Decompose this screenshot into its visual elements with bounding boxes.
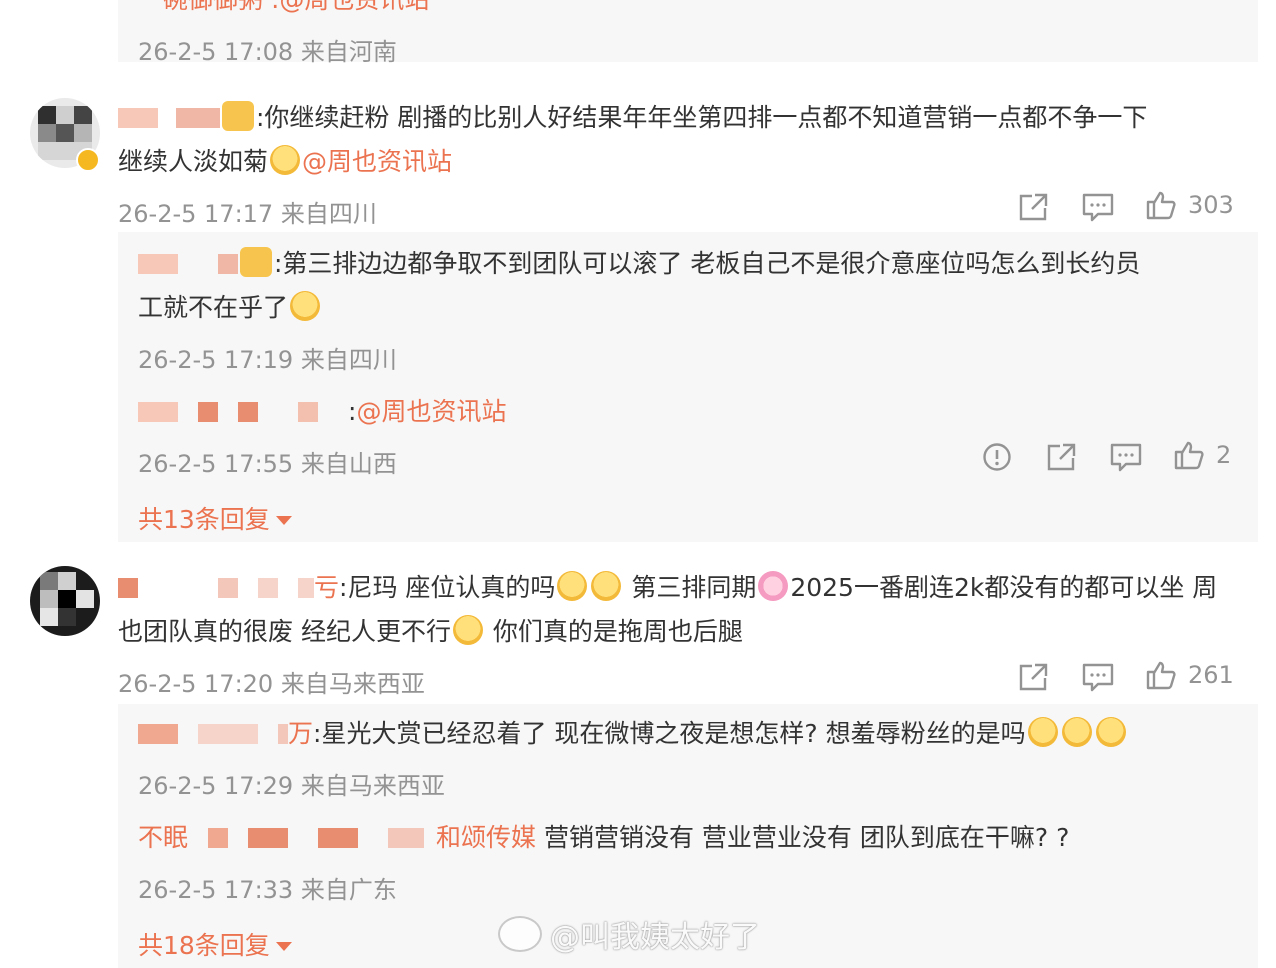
crying-emoji-icon — [270, 145, 301, 175]
smirk-emoji-icon — [1027, 717, 1058, 747]
comment-meta: 26-2-5 17:20 来自马来西亚 — [118, 670, 425, 698]
reply-text: :@周也资讯站 — [138, 390, 506, 434]
comment-button[interactable] — [1082, 192, 1114, 222]
smirk-emoji-icon — [591, 571, 622, 601]
smirk-emoji-icon — [1095, 717, 1126, 747]
reply-meta: 26-2-5 17:55 来自山西 — [138, 450, 397, 478]
like-button[interactable]: 303 — [1146, 190, 1234, 220]
like-count: 303 — [1188, 191, 1234, 219]
share-button[interactable] — [1018, 662, 1050, 692]
more-replies-link[interactable]: 共13条回复 — [138, 500, 292, 536]
share-icon — [1019, 663, 1048, 691]
crown-badge-icon — [240, 247, 272, 277]
side-eye-emoji-icon — [452, 615, 483, 645]
report-icon — [983, 443, 1011, 471]
comment-icon — [1082, 663, 1114, 692]
smirk-emoji-icon — [1061, 717, 1092, 747]
blurred-username[interactable] — [138, 724, 178, 744]
like-icon — [1146, 661, 1176, 690]
share-icon — [1019, 193, 1048, 221]
like-count: 261 — [1188, 661, 1234, 689]
blurred-username[interactable] — [208, 828, 229, 848]
comment-icon — [1110, 443, 1142, 472]
reply-meta: 26-2-5 17:19 来自四川 — [138, 346, 397, 374]
avatar[interactable] — [30, 566, 100, 636]
dropdown-caret-icon — [275, 515, 292, 525]
comment-meta: 26-2-5 17:17 来自四川 — [118, 200, 377, 228]
reply-meta: 26-2-5 17:29 来自马来西亚 — [138, 772, 445, 800]
crying-emoji-icon — [290, 291, 321, 321]
mention-link[interactable]: @周也资讯站 — [356, 397, 506, 426]
comment-button[interactable] — [1082, 662, 1114, 692]
verified-badge-icon — [76, 148, 100, 172]
dropdown-caret-icon — [275, 941, 292, 951]
previous-reply-meta: 26-2-5 17:08 来自河南 — [138, 38, 397, 66]
more-replies-link[interactable]: 共18条回复 — [138, 926, 292, 962]
share-button[interactable] — [1046, 442, 1078, 472]
comment-button[interactable] — [1110, 442, 1142, 472]
mention-link[interactable]: 和颂传媒 — [436, 823, 536, 852]
like-icon — [1146, 191, 1176, 220]
blurred-username[interactable] — [118, 108, 158, 128]
reply-text: 万:星光大赏已经忍着了 现在微博之夜是想怎样? 想羞辱粉丝的是吗 — [138, 712, 1128, 756]
report-button[interactable] — [982, 442, 1012, 472]
like-count: 2 — [1216, 441, 1232, 469]
comment-text-line2: 也团队真的很废 经纪人更不行 你们真的是拖周也后腿 — [118, 615, 743, 646]
blurred-username[interactable] — [138, 402, 178, 422]
reply-text-line2: 工就不在乎了 — [138, 286, 322, 330]
share-button[interactable] — [1018, 192, 1050, 222]
weibo-logo-icon — [498, 916, 542, 952]
share-icon — [1047, 443, 1076, 471]
blurred-username[interactable] — [118, 578, 138, 598]
comment-text: :你继续赶粉 剧播的比别人好结果年年坐第四排一点都不知道营销一点都不争一下 — [118, 96, 1147, 140]
like-button[interactable]: 2 — [1174, 440, 1231, 470]
smirk-emoji-icon — [557, 571, 588, 601]
like-icon — [1174, 441, 1204, 470]
mention-link[interactable]: @周也资讯站 — [302, 147, 452, 176]
reply-text: :第三排边边都争取不到团队可以滚了 老板自己不是很介意座位吗怎么到长约员 — [138, 242, 1140, 286]
like-button[interactable]: 261 — [1146, 660, 1234, 690]
blurred-username[interactable] — [138, 254, 178, 274]
flower-emoji-icon — [758, 571, 789, 601]
comment-text-line2: 继续人淡如菊 @周也资讯站 — [118, 145, 453, 176]
reply-text: 不眠 和颂传媒 营销营销没有 营业营业没有 团队到底在干嘛? ? — [138, 823, 1070, 852]
crown-badge-icon — [222, 101, 254, 131]
previous-reply-text: 一碗御御粥 :@周也资讯站 — [138, 0, 429, 22]
watermark: @叫我姨太好了 — [498, 912, 760, 956]
comment-icon — [1082, 193, 1114, 222]
reply-meta: 26-2-5 17:33 来自广东 — [138, 876, 397, 904]
comment-text: 亏:尼玛 座位认真的吗 第三排同期 2025一番剧连2k都没有的都可以坐 周 — [118, 566, 1217, 610]
